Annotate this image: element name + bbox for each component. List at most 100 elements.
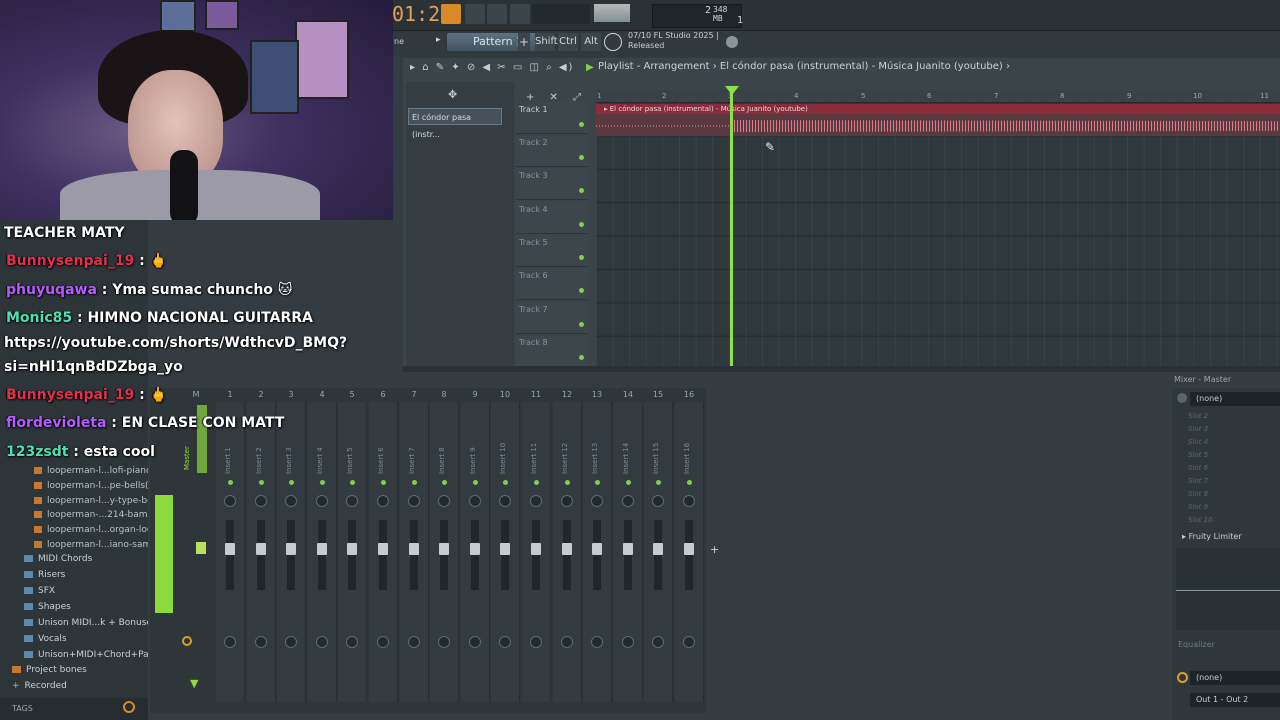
master-fader[interactable] [196,542,206,554]
pan-knob[interactable] [530,495,542,507]
fx-slot[interactable]: Slot 4 [1188,438,1208,446]
volume-fader[interactable] [225,543,235,555]
fx-slot[interactable]: Slot 5 [1188,451,1208,459]
volume-fader[interactable] [347,543,357,555]
track-header[interactable]: Track 3 [516,168,588,200]
send-knob[interactable] [377,636,389,648]
search-icon[interactable] [123,701,135,713]
volume-fader[interactable] [286,543,296,555]
ctrl-button[interactable]: Ctrl [558,33,578,51]
browser-folder[interactable]: Unison+MIDI+Chord+Pack [24,650,159,660]
track-header[interactable]: Track 6 [516,268,588,300]
track-header[interactable]: Track 8 [516,335,588,367]
record-mode-icon[interactable] [510,4,530,24]
send-knob[interactable] [255,636,267,648]
browser-folder[interactable]: Unison MIDI...k + Bonuses [24,618,157,628]
volume-fader[interactable] [623,543,633,555]
insert-mute-led[interactable] [412,480,417,485]
fx-slot[interactable]: Slot 3 [1188,425,1208,433]
volume-fader[interactable] [409,543,419,555]
tempo-tap-button[interactable] [465,4,485,24]
insert-mute-led[interactable] [259,480,264,485]
track-mute-led[interactable] [579,255,584,260]
browser-folder[interactable]: SFX [24,586,55,596]
pan-knob[interactable] [591,495,603,507]
pattern-song-toggle[interactable] [441,4,461,24]
pan-knob[interactable] [561,495,573,507]
news-panel[interactable]: 07/10 FL Studio 2025 | Released [628,31,719,51]
track-mute-led[interactable] [579,355,584,360]
output-none-selector[interactable]: (none) [1190,671,1280,685]
pan-knob[interactable] [438,495,450,507]
pan-knob[interactable] [255,495,267,507]
send-knob[interactable] [285,636,297,648]
send-knob[interactable] [683,636,695,648]
volume-fader[interactable] [500,543,510,555]
pan-knob[interactable] [622,495,634,507]
add-pattern-button[interactable]: + [518,33,530,51]
send-knob[interactable] [438,636,450,648]
track-mute-led[interactable] [579,222,584,227]
fx-slot[interactable]: Slot 6 [1188,464,1208,472]
insert-mute-led[interactable] [503,480,508,485]
track-header[interactable]: Track 7 [516,302,588,334]
output-knob[interactable] [1177,672,1188,683]
pan-knob[interactable] [285,495,297,507]
expand-icon[interactable]: ✥ [448,88,457,101]
insert-mute-led[interactable] [534,480,539,485]
volume-fader[interactable] [317,543,327,555]
send-knob[interactable] [561,636,573,648]
browser-file[interactable]: looperman-l...y-type-bells [34,496,162,506]
pan-knob[interactable] [316,495,328,507]
insert-mute-led[interactable] [228,480,233,485]
arrangement-grid[interactable] [596,102,1280,366]
insert-mute-led[interactable] [350,480,355,485]
send-knob[interactable] [499,636,511,648]
pattern-prev-arrow[interactable]: ▸ [436,35,444,49]
fx-slot[interactable]: Slot 8 [1188,490,1208,498]
pan-knob[interactable] [346,495,358,507]
insert-mute-led[interactable] [626,480,631,485]
pan-knob[interactable] [224,495,236,507]
playhead-line[interactable] [730,90,733,366]
fx-slot-limiter[interactable]: ▸ Fruity Limiter [1182,532,1242,541]
insert-mute-led[interactable] [473,480,478,485]
browser-folder[interactable]: Vocals [24,634,67,644]
insert-mute-led[interactable] [687,480,692,485]
send-knob[interactable] [530,636,542,648]
browser-file[interactable]: looperman-l...organ-loop [34,525,158,535]
browser-file[interactable]: looperman-...214-bambou [34,510,164,520]
browser-folder[interactable]: Risers [24,570,65,580]
volume-fader[interactable] [653,543,663,555]
insert-mute-led[interactable] [289,480,294,485]
volume-fader[interactable] [531,543,541,555]
track-header[interactable]: Track 1 [516,102,588,134]
volume-fader[interactable] [256,543,266,555]
clip-source-button[interactable]: El cóndor pasa (instr... [408,108,502,139]
master-output-knob[interactable] [182,636,192,646]
insert-mute-led[interactable] [381,480,386,485]
browser-file[interactable]: looperman-l...pe-bells(1) [34,481,158,491]
insert-mute-led[interactable] [442,480,447,485]
send-knob[interactable] [469,636,481,648]
insert-mute-led[interactable] [595,480,600,485]
playlist-toolbar[interactable]: ▸ ⌂ ✎ ✦ ⊘ ◀ ✂ ▭ ◫ ⌕ ◀) [410,62,574,73]
send-knob[interactable] [224,636,236,648]
track-mute-led[interactable] [579,188,584,193]
volume-fader[interactable] [592,543,602,555]
timeline-ruler[interactable] [596,90,1280,102]
online-news-icon[interactable] [604,33,622,51]
fx-slot[interactable]: Slot 2 [1188,412,1208,420]
pan-knob[interactable] [652,495,664,507]
add-insert-icon[interactable]: + [710,543,719,556]
volume-fader[interactable] [470,543,480,555]
metronome-icon[interactable] [487,4,507,24]
track-mute-led[interactable] [579,122,584,127]
send-knob[interactable] [591,636,603,648]
track-mute-led[interactable] [579,288,584,293]
pan-knob[interactable] [469,495,481,507]
fx-slot[interactable]: Slot 9 [1188,503,1208,511]
send-knob[interactable] [622,636,634,648]
insert-mute-led[interactable] [565,480,570,485]
fx-slot[interactable]: Slot 7 [1188,477,1208,485]
